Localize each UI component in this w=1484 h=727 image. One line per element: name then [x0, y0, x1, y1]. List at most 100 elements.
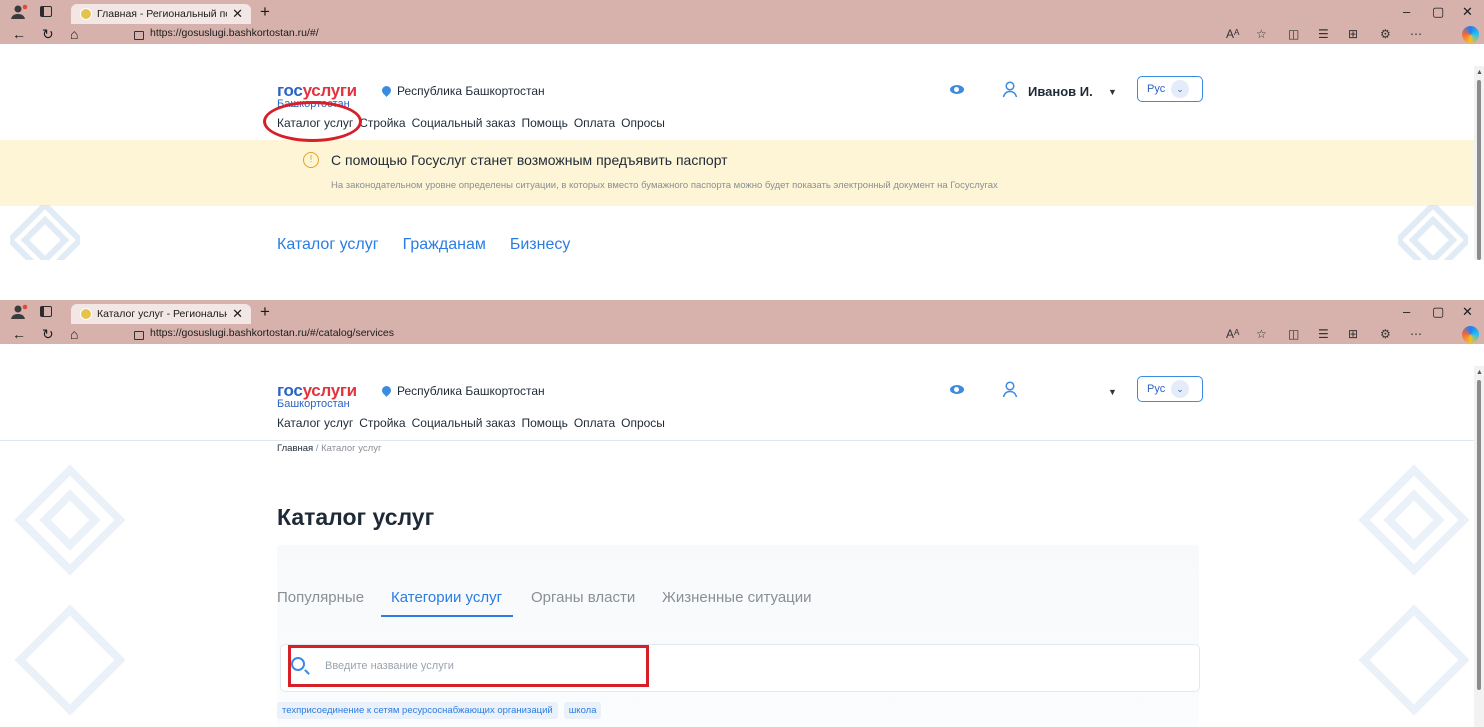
- minimize-icon[interactable]: –: [1403, 4, 1410, 19]
- browser-tab[interactable]: Главная - Региональный портал ✕: [71, 4, 251, 24]
- menu-item-social-order[interactable]: Социальный заказ: [412, 416, 516, 430]
- language-selector[interactable]: Рус ⌄: [1137, 76, 1203, 102]
- browser-tab-bar: Главная - Региональный портал ✕ + – ▢ ✕: [0, 0, 1484, 24]
- scrollbar[interactable]: ▲: [1474, 66, 1484, 260]
- gosuslugi-logo[interactable]: госуслуги Башкортостан: [277, 382, 377, 410]
- tab-actions-icon[interactable]: [40, 306, 52, 317]
- url-text: https://gosuslugi.bashkortostan.ru/#/cat…: [150, 327, 394, 339]
- tab-categories[interactable]: Категории услуг: [391, 589, 502, 606]
- more-icon[interactable]: ⋯: [1410, 326, 1422, 342]
- new-tab-icon[interactable]: +: [260, 302, 270, 322]
- site-favicon-icon: [80, 308, 92, 320]
- scroll-up-icon[interactable]: ▲: [1476, 369, 1483, 376]
- notice-text: На законодательном уровне определены сит…: [331, 180, 998, 191]
- notice-title: С помощью Госуслуг станет возможным пред…: [331, 152, 728, 168]
- language-label: Рус: [1147, 383, 1166, 395]
- scroll-up-icon[interactable]: ▲: [1476, 69, 1483, 76]
- tab-life-situations[interactable]: Жизненные ситуации: [662, 589, 812, 606]
- site-favicon-icon: [80, 8, 92, 20]
- read-aloud-icon[interactable]: A͏ᴬ: [1226, 326, 1239, 342]
- breadcrumb-home[interactable]: Главная: [277, 443, 313, 454]
- split-screen-icon[interactable]: ◫: [1288, 26, 1299, 42]
- menu-item-polls[interactable]: Опросы: [621, 416, 665, 430]
- language-selector[interactable]: Рус ⌄: [1137, 376, 1203, 402]
- accessibility-eye-icon[interactable]: [950, 85, 964, 94]
- home-icon[interactable]: ⌂: [70, 326, 78, 342]
- close-tab-icon[interactable]: ✕: [232, 6, 243, 22]
- favorites-list-icon[interactable]: ☰: [1318, 26, 1329, 42]
- close-window-icon[interactable]: ✕: [1462, 4, 1473, 20]
- separator-gap: [0, 260, 1484, 300]
- favorite-icon[interactable]: ☆: [1256, 26, 1267, 42]
- info-warning-icon: !: [303, 152, 319, 168]
- annotation-ellipse-catalog: [263, 101, 362, 142]
- user-icon[interactable]: [1002, 380, 1020, 398]
- user-icon[interactable]: [1002, 80, 1020, 98]
- breadcrumb-separator: /: [313, 443, 322, 454]
- search-suggestions: техприсоединение к сетям ресурсоснабжающ…: [277, 702, 607, 719]
- extensions-icon[interactable]: ⚙: [1380, 26, 1391, 42]
- home-icon[interactable]: ⌂: [70, 26, 78, 42]
- split-screen-icon[interactable]: ◫: [1288, 326, 1299, 342]
- refresh-icon[interactable]: ↻: [42, 326, 54, 342]
- ornament-left-icon: [10, 205, 80, 260]
- tab-citizens[interactable]: Гражданам: [403, 236, 486, 253]
- close-window-icon[interactable]: ✕: [1462, 304, 1473, 320]
- user-name[interactable]: Иванов И.: [1028, 84, 1093, 99]
- back-icon[interactable]: ←: [12, 26, 26, 42]
- scrollbar-thumb[interactable]: [1477, 380, 1481, 690]
- menu-item-social-order[interactable]: Социальный заказ: [412, 116, 516, 130]
- favorite-icon[interactable]: ☆: [1256, 326, 1267, 342]
- new-tab-icon[interactable]: +: [260, 2, 270, 22]
- browser-tab-bar: Каталог услуг - Региональный портал ✕ + …: [0, 300, 1484, 324]
- suggestion-chip[interactable]: техприсоединение к сетям ресурсоснабжающ…: [277, 702, 558, 719]
- breadcrumb: Главная / Каталог услуг: [277, 443, 381, 454]
- minimize-icon[interactable]: –: [1403, 304, 1410, 319]
- region-selector[interactable]: Республика Башкортостан: [380, 84, 545, 98]
- chevron-down-icon: ⌄: [1171, 380, 1189, 398]
- user-menu-caret-icon[interactable]: ▼: [1108, 87, 1117, 97]
- tab-catalog[interactable]: Каталог услуг: [277, 236, 379, 253]
- profile-icon[interactable]: [10, 304, 28, 320]
- read-aloud-icon[interactable]: A͏ᴬ: [1226, 26, 1239, 42]
- language-label: Рус: [1147, 83, 1166, 95]
- scrollbar-thumb[interactable]: [1477, 80, 1481, 260]
- restore-icon[interactable]: ▢: [1432, 4, 1444, 20]
- tab-popular[interactable]: Популярные: [277, 589, 364, 606]
- back-icon[interactable]: ←: [12, 326, 26, 342]
- extensions-icon[interactable]: ⚙: [1380, 326, 1391, 342]
- annotation-rect-search: [288, 645, 649, 687]
- profile-icon[interactable]: [10, 4, 28, 20]
- close-tab-icon[interactable]: ✕: [232, 306, 243, 322]
- menu-item-stroyka[interactable]: Стройка: [359, 116, 405, 130]
- copilot-icon[interactable]: [1462, 326, 1479, 343]
- menu-item-payment[interactable]: Оплата: [574, 416, 615, 430]
- active-tab-underline: [381, 615, 513, 617]
- accessibility-eye-icon[interactable]: [950, 385, 964, 394]
- suggestion-chip[interactable]: школа: [563, 702, 602, 719]
- region-selector[interactable]: Республика Башкортостан: [380, 384, 545, 398]
- tab-actions-icon[interactable]: [40, 6, 52, 17]
- collections-icon[interactable]: ⊞: [1348, 326, 1358, 342]
- ornament-left-icon: [14, 464, 126, 716]
- section-tabs: Каталог услуг Гражданам Бизнесу: [277, 236, 594, 254]
- tab-title: Главная - Региональный портал: [97, 8, 227, 20]
- menu-item-polls[interactable]: Опросы: [621, 116, 665, 130]
- tab-business[interactable]: Бизнесу: [510, 236, 571, 253]
- favorites-list-icon[interactable]: ☰: [1318, 326, 1329, 342]
- menu-item-payment[interactable]: Оплата: [574, 116, 615, 130]
- menu-item-help[interactable]: Помощь: [521, 116, 567, 130]
- restore-icon[interactable]: ▢: [1432, 304, 1444, 320]
- menu-item-help[interactable]: Помощь: [521, 416, 567, 430]
- menu-item-catalog[interactable]: Каталог услуг: [277, 416, 353, 430]
- refresh-icon[interactable]: ↻: [42, 26, 54, 42]
- user-menu-caret-icon[interactable]: ▼: [1108, 387, 1117, 397]
- scrollbar[interactable]: ▲: [1474, 366, 1484, 727]
- browser-tab[interactable]: Каталог услуг - Региональный портал ✕: [71, 304, 251, 324]
- collections-icon[interactable]: ⊞: [1348, 26, 1358, 42]
- copilot-icon[interactable]: [1462, 26, 1479, 43]
- tab-authorities[interactable]: Органы власти: [531, 589, 635, 606]
- menu-item-stroyka[interactable]: Стройка: [359, 416, 405, 430]
- more-icon[interactable]: ⋯: [1410, 26, 1422, 42]
- notice-banner[interactable]: ! С помощью Госуслуг станет возможным пр…: [0, 140, 1474, 206]
